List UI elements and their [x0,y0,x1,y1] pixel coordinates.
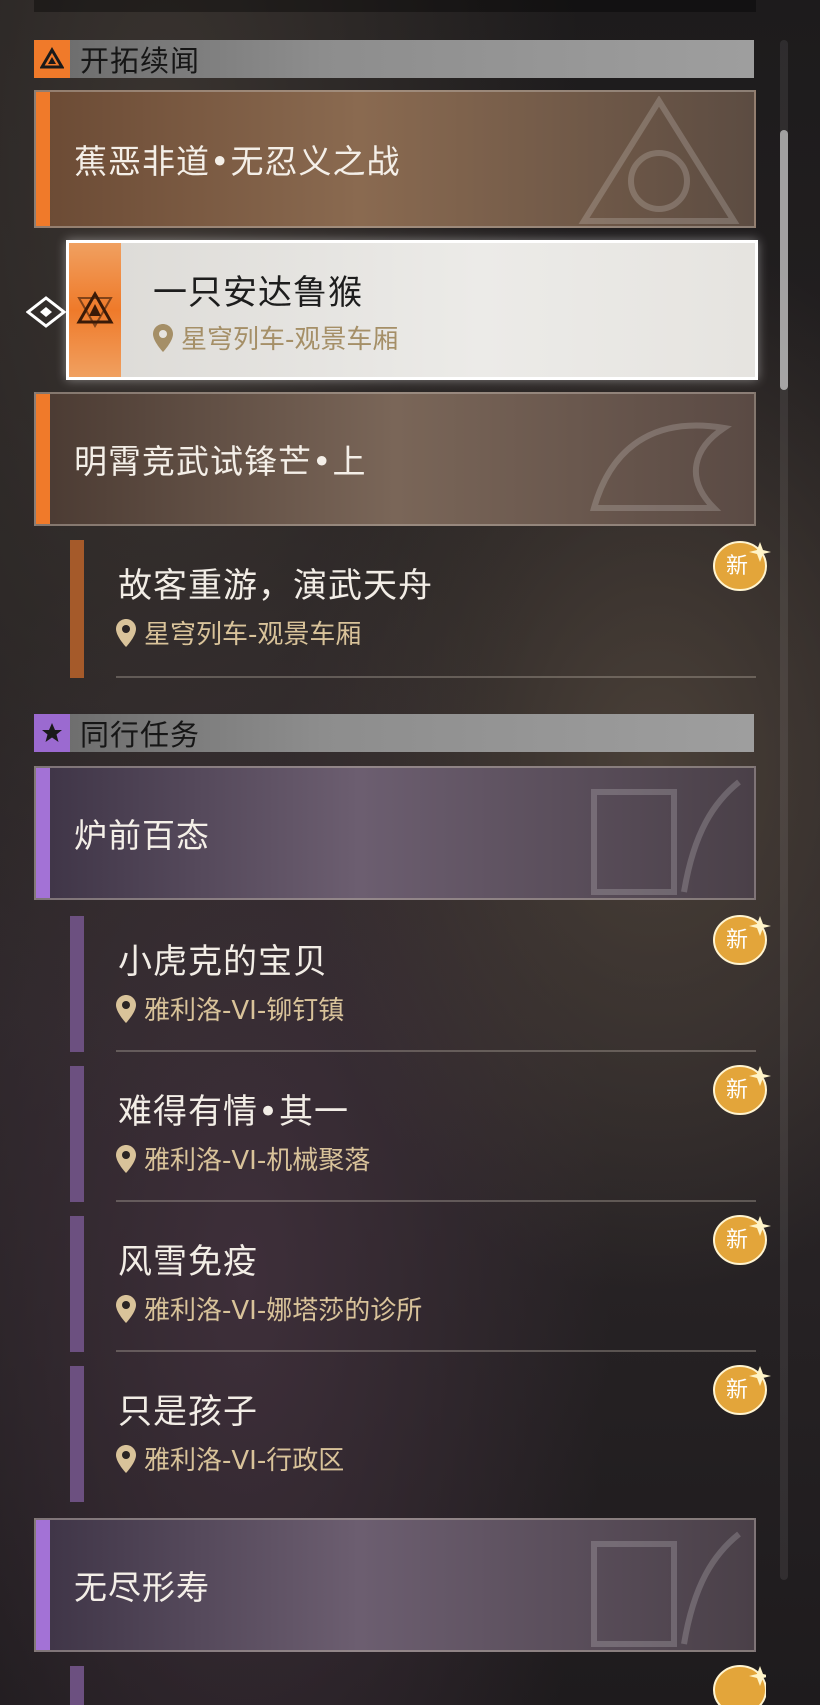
quest-item[interactable] [70,1666,756,1705]
location-text: 雅利洛-VI-铆钉镇 [144,996,345,1026]
quest-location: 雅利洛-VI-铆钉镇 [116,990,344,1027]
quest-title: 风雪免疫 [118,1242,258,1282]
group-accent-bar [36,394,50,524]
quest-divider [116,676,756,678]
location-text: 雅利洛-VI-机械聚落 [144,1146,371,1176]
quest-title: 只是孩子 [118,1392,258,1432]
location-pin-icon [116,1294,136,1323]
group-title: 无尽形寿 [74,1568,210,1607]
location-pin-icon [116,994,136,1023]
quest-item[interactable]: 故客重游，演武天舟 星穹列车-观景车厢 [70,540,756,678]
trailblaze-emblem-icon [578,96,740,224]
quest-location: 雅利洛-VI-机械聚落 [116,1140,370,1177]
quest-item[interactable]: 小虎克的宝贝 雅利洛-VI-铆钉镇 [70,916,756,1052]
quest-group-1[interactable]: 蕉恶非道•无忍义之战 [34,90,756,228]
quest-location: 星穹列车-观景车厢 [116,614,361,651]
section-title: 同行任务 [80,718,201,752]
group-title: 炉前百态 [74,816,210,855]
location-text: 雅利洛-VI-娜塔莎的诊所 [144,1296,423,1326]
new-badge-icon: 新 [712,1062,771,1115]
trailblaze-triangle-icon [34,40,70,78]
quest-title: 难得有情•其一 [118,1092,350,1132]
new-badge-icon: 新 [712,1362,771,1415]
quest-title: 小虎克的宝贝 [118,942,328,982]
quest-accent-bar [70,916,84,1052]
quest-item[interactable]: 只是孩子 雅利洛-VI-行政区 [70,1366,756,1502]
quest-accent-bar [70,1666,84,1705]
group-accent-bar [36,1520,50,1650]
group-title: 明霄竞武试锋芒•上 [74,442,367,481]
quest-location: 雅利洛-VI-娜塔莎的诊所 [116,1290,422,1327]
quest-location: 雅利洛-VI-行政区 [116,1440,344,1477]
quest-accent-bar [70,1366,84,1502]
section-title: 开拓续闻 [80,44,201,78]
section-header-companion: 同行任务 [34,714,754,752]
selection-cursor-icon [25,294,67,334]
location-pin-icon [116,1444,136,1473]
quest-list-panel: 开拓续闻 蕉恶非道•无忍义之战 一只安达鲁猴 星穹列车-观景车厢 明霄竞武试锋芒… [0,0,820,1705]
location-pin-icon [116,1144,136,1173]
new-badge-icon: 新 [712,912,771,965]
new-badge-icon [712,1662,766,1705]
book-quill-emblem-icon [591,1531,741,1647]
quest-divider [116,1200,756,1202]
quest-title: 一只安达鲁猴 [153,273,363,313]
quest-type-stripe [69,243,121,377]
quest-divider [116,1350,756,1352]
group-accent-bar [36,92,50,226]
quest-group-2[interactable]: 明霄竞武试锋芒•上 [34,392,756,526]
group-accent-bar [36,768,50,898]
new-badge-icon: 新 [712,538,771,591]
new-badge-icon: 新 [712,1212,771,1265]
book-quill-emblem-icon [591,779,741,895]
dragon-emblem-icon [590,422,732,511]
trailblaze-quest-icon [76,290,114,329]
quest-location: 星穹列车-观景车厢 [153,319,398,356]
location-pin-icon [153,323,173,352]
location-text: 雅利洛-VI-行政区 [144,1446,345,1476]
top-edge [34,0,756,12]
location-pin-icon [116,618,136,647]
location-text: 星穹列车-观景车厢 [181,325,399,355]
quest-accent-bar [70,540,84,678]
quest-divider [116,1050,756,1052]
quest-item[interactable]: 风雪免疫 雅利洛-VI-娜塔莎的诊所 [70,1216,756,1352]
quest-group-4[interactable]: 无尽形寿 [34,1518,756,1652]
scrollbar-thumb[interactable] [780,130,788,390]
quest-accent-bar [70,1066,84,1202]
selected-quest-item[interactable]: 一只安达鲁猴 星穹列车-观景车厢 [66,240,758,380]
quest-group-3[interactable]: 炉前百态 [34,766,756,900]
quest-item[interactable]: 难得有情•其一 雅利洛-VI-机械聚落 [70,1066,756,1202]
quest-title: 故客重游，演武天舟 [118,566,433,606]
quest-accent-bar [70,1216,84,1352]
companion-star-icon [34,714,70,752]
location-text: 星穹列车-观景车厢 [144,620,362,650]
section-header-trailblaze: 开拓续闻 [34,40,754,78]
group-title: 蕉恶非道•无忍义之战 [74,142,401,181]
